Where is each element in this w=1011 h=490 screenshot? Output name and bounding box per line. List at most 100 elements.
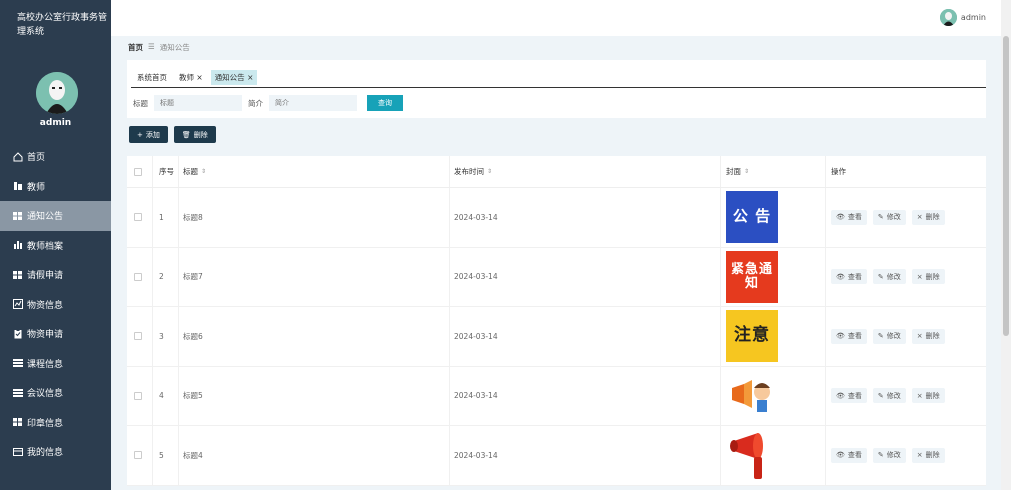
- scrollbar-thumb[interactable]: [1003, 36, 1009, 336]
- top-header: admin: [111, 0, 1001, 36]
- cell-time: 2024-03-14: [450, 307, 721, 366]
- cell-title: 标题5: [179, 366, 450, 425]
- sort-icon[interactable]: ⇕: [487, 168, 492, 175]
- edit-button[interactable]: ✎ 修改: [872, 447, 906, 463]
- user-menu[interactable]: admin: [939, 9, 986, 26]
- edit-button[interactable]: ✎ 修改: [872, 388, 906, 404]
- header-title[interactable]: 标题 ⇕: [179, 156, 450, 187]
- edit-button[interactable]: ✎ 修改: [872, 328, 906, 344]
- cell-title: 标题6: [179, 307, 450, 366]
- tab-teacher[interactable]: 教师 ×: [175, 70, 207, 85]
- cell-no: 4: [153, 366, 179, 425]
- header-no: 序号: [153, 156, 179, 187]
- view-button[interactable]: 👁 查看: [831, 269, 867, 285]
- cover-text: 紧急通知: [730, 262, 773, 291]
- cover-image[interactable]: 紧急通知: [726, 250, 778, 303]
- sidebar-item-my-info[interactable]: 我的信息: [0, 437, 111, 467]
- intro-input[interactable]: [269, 95, 357, 111]
- close-icon[interactable]: ×: [196, 73, 202, 82]
- cover-image[interactable]: 公 告: [726, 191, 778, 244]
- cell-ops: 👁 查看 ✎ 修改 × 删除: [826, 248, 986, 307]
- cover-text: 注意: [734, 325, 770, 346]
- edit-icon: ✎: [877, 213, 884, 222]
- view-button[interactable]: 👁 查看: [831, 209, 867, 225]
- breadcrumb: 首页 ☰ 通知公告: [128, 42, 190, 53]
- table-row: 5 标题4 2024-03-14 👁 查看 ✎ 修改 × 删除: [127, 426, 986, 486]
- sidebar-item-label: 课程信息: [27, 359, 64, 370]
- cover-image[interactable]: [726, 369, 778, 422]
- page-scrollbar[interactable]: [1001, 0, 1011, 490]
- sidebar-item-notice[interactable]: 通知公告: [0, 201, 111, 231]
- delete-button[interactable]: × 删除: [911, 447, 945, 463]
- cover-image[interactable]: 注意: [726, 310, 778, 363]
- eye-icon: 👁: [836, 332, 845, 341]
- sidebar-item-leave[interactable]: 请假申请: [0, 260, 111, 290]
- list-icon: [13, 388, 23, 398]
- avatar: [939, 9, 957, 26]
- clipboard-icon: [13, 328, 23, 339]
- sidebar-item-label: 我的信息: [27, 448, 64, 459]
- sidebar-item-label: 物资信息: [27, 300, 64, 311]
- tab-bar: 系统首页 教师 × 通知公告 ×: [133, 70, 258, 85]
- view-button[interactable]: 👁 查看: [831, 388, 867, 404]
- sort-icon[interactable]: ⇕: [744, 168, 749, 175]
- close-icon[interactable]: ×: [247, 73, 253, 82]
- view-button[interactable]: 👁 查看: [831, 447, 867, 463]
- delete-button[interactable]: × 删除: [911, 328, 945, 344]
- cell-no: 5: [153, 426, 179, 485]
- cell-time: 2024-03-14: [450, 188, 721, 247]
- avatar[interactable]: [36, 72, 78, 114]
- row-checkbox[interactable]: [134, 332, 142, 341]
- edit-button[interactable]: ✎ 修改: [872, 269, 906, 285]
- table-header: 序号 标题 ⇕ 发布时间 ⇕ 封面 ⇕ 操作: [127, 156, 986, 188]
- header-cover[interactable]: 封面 ⇕: [721, 156, 826, 187]
- sidebar-item-supply-request[interactable]: 物资申请: [0, 319, 111, 349]
- grid-icon: [13, 270, 23, 280]
- card-icon: [13, 447, 23, 457]
- title-input[interactable]: [154, 95, 242, 111]
- cell-ops: 👁 查看 ✎ 修改 × 删除: [826, 188, 986, 247]
- breadcrumb-separator-icon: ☰: [148, 42, 155, 51]
- cell-no: 1: [153, 188, 179, 247]
- query-button[interactable]: 查询: [367, 95, 403, 111]
- header-ops: 操作: [831, 167, 846, 176]
- cover-text: 公 告: [732, 207, 772, 226]
- home-icon: [13, 152, 23, 162]
- row-checkbox[interactable]: [134, 391, 142, 400]
- tab-home[interactable]: 系统首页: [133, 70, 171, 85]
- sidebar-item-label: 请假申请: [27, 271, 64, 282]
- cell-cover: 公 告: [721, 188, 826, 247]
- row-checkbox[interactable]: [134, 451, 142, 460]
- tab-notice[interactable]: 通知公告 ×: [210, 70, 258, 85]
- sidebar-item-teacher-archive[interactable]: 教师档案: [0, 231, 111, 261]
- system-title: 高校办公室行政事务管理系统: [17, 13, 108, 37]
- sidebar-item-supplies[interactable]: 物资信息: [0, 290, 111, 320]
- delete-button[interactable]: × 删除: [911, 209, 945, 225]
- sidebar-item-label: 首页: [27, 153, 46, 164]
- breadcrumb-home[interactable]: 首页: [128, 42, 143, 53]
- close-icon: ×: [916, 272, 923, 281]
- add-button[interactable]: + 添加: [129, 126, 168, 143]
- cell-cover: 注意: [721, 307, 826, 366]
- row-checkbox[interactable]: [134, 272, 142, 281]
- sidebar: 高校办公室行政事务管理系统 admin 首页 教师 通知公告 教师档案 请假申请…: [0, 0, 111, 490]
- cell-title: 标题8: [179, 188, 450, 247]
- sidebar-item-teacher[interactable]: 教师: [0, 172, 111, 202]
- row-checkbox[interactable]: [134, 213, 142, 222]
- sidebar-item-home[interactable]: 首页: [0, 142, 111, 172]
- select-all-checkbox[interactable]: [134, 167, 142, 176]
- title-label: 标题: [133, 98, 148, 108]
- header-time[interactable]: 发布时间 ⇕: [450, 156, 721, 187]
- delete-button[interactable]: × 删除: [911, 388, 945, 404]
- batch-delete-button[interactable]: 🗑 删除: [173, 126, 216, 143]
- sidebar-item-course[interactable]: 课程信息: [0, 349, 111, 379]
- cover-image[interactable]: [726, 429, 778, 482]
- action-bar: + 添加 🗑 删除: [129, 126, 216, 143]
- cell-cover: [721, 426, 826, 485]
- view-button[interactable]: 👁 查看: [831, 328, 867, 344]
- sidebar-item-meeting[interactable]: 会议信息: [0, 378, 111, 408]
- edit-button[interactable]: ✎ 修改: [872, 209, 906, 225]
- delete-button[interactable]: × 删除: [911, 269, 945, 285]
- sidebar-item-seal[interactable]: 印章信息: [0, 408, 111, 438]
- sort-icon[interactable]: ⇕: [201, 168, 206, 175]
